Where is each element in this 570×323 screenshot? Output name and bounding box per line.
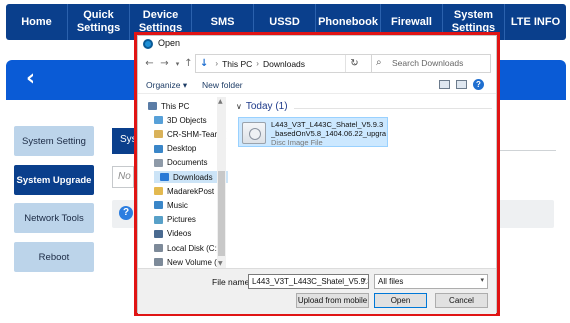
download-arrow-icon: ↓	[200, 58, 209, 69]
nav-pane-label: This PC	[161, 101, 190, 111]
back-arrow-icon[interactable]: ←	[143, 56, 156, 72]
breadcrumb-downloads[interactable]: Downloads	[263, 59, 305, 69]
chevron-right-icon[interactable]: ›	[215, 59, 218, 68]
file-name-value: L443_V3T_L443C_Shatel_V5.9.3_bas	[252, 277, 368, 286]
search-input[interactable]: Search Downloads	[371, 54, 491, 73]
group-header[interactable]: ∨ Today (1)	[236, 101, 288, 112]
sidebar-item-system-upgrade[interactable]: System Upgrade	[14, 165, 94, 195]
nav-pane-item-music[interactable]: Music	[154, 199, 188, 211]
nav-pane-item-documents[interactable]: Documents	[154, 157, 207, 169]
nav-pane-item-this-pc[interactable]: This PC	[148, 100, 189, 112]
pictures-icon	[154, 215, 163, 224]
browser-icon	[143, 39, 153, 49]
file-name-input[interactable]: L443_V3T_L443C_Shatel_V5.9.3_bas ▾	[248, 274, 369, 289]
nav-pane-item-local-disk-c[interactable]: Local Disk (C:)	[154, 242, 219, 254]
nav-pane-label: MadarekPost	[167, 186, 215, 196]
nav-pane-item-pictures[interactable]: Pictures	[154, 214, 196, 226]
divider	[496, 150, 556, 151]
drive-icon	[154, 258, 163, 267]
nav-pane-item-madarekpost[interactable]: MadarekPost	[154, 185, 214, 197]
forward-arrow-icon[interactable]: →	[158, 56, 171, 72]
nav-item-lte-info[interactable]: LTE INFO	[505, 4, 566, 40]
view-options-icon[interactable]	[439, 80, 450, 89]
nav-pane-item-new-volume-d[interactable]: New Volume (D:	[154, 256, 225, 268]
cancel-button[interactable]: Cancel	[435, 293, 488, 308]
videos-icon	[154, 229, 163, 238]
nav-pane-item-cr-shm-team[interactable]: CR-SHM-Team (	[154, 128, 226, 140]
sidebar-item-reboot[interactable]: Reboot	[14, 242, 94, 272]
file-type-value: All files	[378, 277, 404, 286]
chevron-down-icon[interactable]: ▾	[362, 276, 366, 284]
nav-pane-item-3d-objects[interactable]: 3D Objects	[154, 114, 207, 126]
refresh-icon[interactable]: ↻	[345, 55, 363, 72]
scroll-up-icon[interactable]: ▲	[218, 98, 223, 105]
chevron-down-icon[interactable]: ∨	[236, 102, 242, 111]
nav-pane-label: Pictures	[167, 215, 196, 225]
computer-icon	[148, 102, 157, 110]
folder-icon	[154, 187, 163, 196]
nav-pane-label: Documents	[167, 158, 208, 168]
file-name-label: File name:	[212, 277, 252, 287]
chevron-down-icon[interactable]: ▾	[480, 276, 484, 284]
nav-pane-item-videos[interactable]: Videos	[154, 228, 191, 240]
nav-pane-label: Music	[167, 200, 188, 210]
navigation-pane: This PC 3D Objects CR-SHM-Team ( Desktop Doc…	[138, 97, 228, 268]
group-divider	[294, 108, 492, 109]
open-file-dialog: Open ← → ▾ ↑ ↓ › This PC › Downloads ⌄ ↻…	[137, 35, 497, 314]
drive-icon	[154, 244, 163, 252]
download-icon	[160, 173, 169, 181]
desktop-icon	[154, 144, 163, 153]
breadcrumb-this-pc[interactable]: This PC	[222, 59, 252, 69]
view-controls: ?	[439, 79, 484, 90]
nav-pane-label: Desktop	[167, 144, 197, 154]
music-icon	[154, 201, 163, 210]
cube-icon	[154, 116, 163, 125]
dialog-title: Open	[158, 38, 181, 48]
file-item[interactable]: L443_V3T_L443C_Shatel_V5.9.3_basedOnV5.8…	[238, 117, 388, 147]
nav-pane-label: 3D Objects	[167, 115, 207, 125]
new-folder-button[interactable]: New folder	[202, 80, 243, 90]
nav-pane-label: Local Disk (C:)	[167, 243, 220, 253]
disc-image-icon	[242, 122, 266, 144]
nav-item-quick-settings[interactable]: Quick Settings	[68, 4, 131, 40]
file-name: L443_V3T_L443C_Shatel_V5.9.3_basedOnV5.8…	[271, 120, 387, 138]
user-folder-icon	[154, 130, 163, 139]
help-icon[interactable]: ?	[473, 79, 484, 90]
back-icon[interactable]: ‹	[26, 68, 35, 90]
sidebar-item-network-tools[interactable]: Network Tools	[14, 203, 94, 233]
navigation-scroll-thumb[interactable]	[218, 171, 225, 256]
group-label: Today (1)	[245, 101, 288, 112]
nav-item-home[interactable]: Home	[6, 4, 69, 40]
content-tab[interactable]: Sys	[112, 128, 134, 154]
chevron-right-icon[interactable]: ›	[256, 59, 259, 68]
file-list: ∨ Today (1) L443_V3T_L443C_Shatel_V5.9.3…	[230, 97, 496, 268]
search-icon: ⌕	[376, 57, 382, 68]
dialog-footer: File name: L443_V3T_L443C_Shatel_V5.9.3_…	[138, 268, 496, 314]
organize-menu[interactable]: Organize ▾	[146, 80, 187, 91]
up-arrow-icon[interactable]: ↑	[182, 56, 195, 72]
preview-pane-icon[interactable]	[456, 80, 467, 89]
sidebar-item-system-setting[interactable]: System Setting	[14, 126, 94, 156]
nav-pane-label: Downloads	[173, 172, 213, 182]
nav-pane-item-desktop[interactable]: Desktop	[154, 143, 196, 155]
file-type: Disc Image File	[271, 138, 323, 147]
upload-from-mobile-button[interactable]: Upload from mobile	[296, 293, 369, 308]
nav-pane-label: Videos	[167, 229, 192, 239]
scroll-down-icon[interactable]: ▼	[218, 260, 223, 267]
command-bar: Organize ▾ New folder ?	[138, 76, 496, 94]
help-icon[interactable]: ?	[119, 206, 133, 220]
dialog-titlebar: Open	[138, 36, 496, 52]
open-button[interactable]: Open	[374, 293, 427, 308]
documents-icon	[154, 158, 163, 167]
file-type-select[interactable]: All files ▾	[374, 274, 488, 289]
upgrade-file-field[interactable]: No	[112, 166, 134, 188]
